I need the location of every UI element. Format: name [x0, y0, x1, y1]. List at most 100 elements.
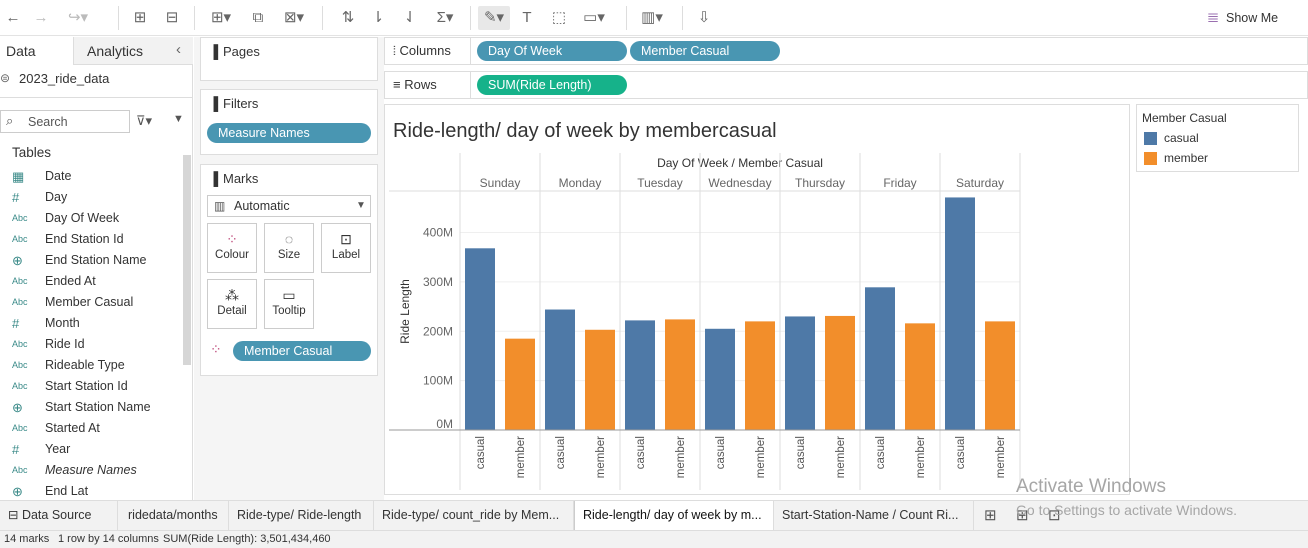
- field-item[interactable]: ▦ Date: [0, 166, 182, 187]
- bar-casual[interactable]: [945, 197, 975, 430]
- swap-icon[interactable]: ⇅: [336, 6, 360, 30]
- sort-ascending-icon[interactable]: ⇂: [366, 6, 390, 30]
- collapse-icon[interactable]: ‹: [176, 41, 181, 58]
- globe-icon: ⊕: [12, 253, 23, 268]
- sheet-tab-ride-type-ride-length[interactable]: Ride-type/ Ride-length: [229, 501, 374, 530]
- header-title: Day Of Week / Member Casual: [657, 156, 823, 170]
- data-pane: Data Analytics ‹ ⊜ 2023_ride_data ⌕ Sear…: [0, 37, 193, 500]
- column-pill-day-of-week[interactable]: Day Of Week: [477, 41, 627, 61]
- bar-casual[interactable]: [705, 328, 735, 430]
- field-item[interactable]: Abc Rideable Type: [0, 355, 182, 376]
- field-item[interactable]: ⊕ End Station Name: [0, 250, 182, 271]
- sheet-tab-start-station-name[interactable]: Start-Station-Name / Count Ri...: [774, 501, 974, 530]
- field-item[interactable]: Abc Member Casual: [0, 292, 182, 313]
- field-item[interactable]: # Year: [0, 439, 182, 460]
- rows-icon: ≡: [393, 77, 405, 92]
- bar-member[interactable]: [825, 315, 855, 430]
- bar-member[interactable]: [985, 321, 1015, 430]
- calendar-icon: ▦: [12, 169, 25, 184]
- tab-data[interactable]: Data: [0, 37, 73, 65]
- share-icon[interactable]: ⇩: [692, 6, 716, 30]
- detail-button[interactable]: ⁂ Detail: [207, 279, 257, 329]
- field-item[interactable]: # Month: [0, 313, 182, 334]
- field-label: Month: [45, 316, 80, 330]
- new-worksheet-icon[interactable]: ⊞: [984, 506, 997, 524]
- mark-type-select[interactable]: ▥ Automatic ▼: [207, 195, 371, 217]
- field-item[interactable]: Abc Day Of Week: [0, 208, 182, 229]
- scrollbar[interactable]: [183, 155, 191, 365]
- sheet-tab-ridedata-months[interactable]: ridedata/months: [118, 501, 229, 530]
- search-input[interactable]: ⌕ Search: [0, 110, 130, 133]
- new-datasource-icon[interactable]: ⊞: [128, 6, 152, 30]
- field-item[interactable]: Abc Measure Names: [0, 460, 182, 481]
- field-item[interactable]: ⊕ Start Station Name: [0, 397, 182, 418]
- show-me-icon[interactable]: ≣: [1204, 6, 1222, 30]
- search-icon: ⌕: [6, 113, 14, 128]
- datasource-icon[interactable]: ⊟: [160, 6, 184, 30]
- row-pill-sum-ride-length[interactable]: SUM(Ride Length): [477, 75, 627, 95]
- clear-icon[interactable]: ⊠▾: [278, 6, 310, 30]
- number-icon: #: [12, 442, 20, 457]
- annotate-icon[interactable]: ⬚: [548, 6, 570, 30]
- bar-member[interactable]: [505, 338, 535, 430]
- forward-icon[interactable]: →: [30, 6, 52, 30]
- bar-casual[interactable]: [865, 287, 895, 430]
- field-item[interactable]: Abc Start Station Id: [0, 376, 182, 397]
- highlight-icon[interactable]: ✎▾: [478, 6, 510, 30]
- status-bar: 14 marks 1 row by 14 columns SUM(Ride Le…: [0, 530, 1308, 548]
- colour-button[interactable]: ⁘ Colour: [207, 223, 257, 273]
- field-item[interactable]: Abc Ended At: [0, 271, 182, 292]
- redo-icon[interactable]: ↪▾: [60, 6, 96, 30]
- back-icon[interactable]: ←: [2, 6, 24, 30]
- bar-casual[interactable]: [545, 309, 575, 430]
- filter-pill-measure-names[interactable]: Measure Names: [207, 123, 371, 143]
- bar-casual[interactable]: [465, 248, 495, 430]
- new-worksheet-icon[interactable]: ⊞▾: [206, 6, 236, 30]
- bar-member[interactable]: [585, 329, 615, 430]
- datetime-icon: Abc: [12, 423, 28, 433]
- legend-item-casual[interactable]: casual: [1164, 131, 1199, 145]
- field-item[interactable]: Abc End Station Id: [0, 229, 182, 250]
- field-label: End Station Id: [45, 232, 124, 246]
- totals-icon[interactable]: Σ▾: [432, 6, 458, 30]
- bar-member[interactable]: [745, 321, 775, 430]
- sort-descending-icon[interactable]: ⇃: [398, 6, 422, 30]
- field-item[interactable]: Abc Started At: [0, 418, 182, 439]
- bar-member[interactable]: [905, 323, 935, 430]
- column-pill-member-casual[interactable]: Member Casual: [630, 41, 780, 61]
- toolbar: ← → ↪▾ ⊞ ⊟ ⊞▾ ⧉ ⊠▾ ⇅ ⇂ ⇃ Σ▾ ✎▾ T ⬚ ▭▾ ▥▾…: [0, 0, 1308, 36]
- bar-chart[interactable]: Ride-length/ day of week by membercasual…: [385, 105, 1129, 494]
- colour-pill-member-casual[interactable]: Member Casual: [233, 341, 371, 361]
- duplicate-icon[interactable]: ⧉: [246, 6, 270, 30]
- pages-card[interactable]: ▐ Pages: [200, 37, 378, 81]
- bar-casual[interactable]: [625, 320, 655, 430]
- sheet-tab-ride-type-count[interactable]: Ride-type/ count_ride by Mem...: [374, 501, 574, 530]
- column-header: Monday: [559, 176, 602, 190]
- field-item[interactable]: Abc Ride Id: [0, 334, 182, 355]
- tooltip-button[interactable]: ▭ Tooltip: [264, 279, 314, 329]
- rows-shelf[interactable]: ≡ Rows SUM(Ride Length): [384, 71, 1308, 99]
- filter-icon[interactable]: ⊽▾: [136, 113, 152, 129]
- columns-shelf[interactable]: ⦙ Columns Day Of Week Member Casual: [384, 37, 1308, 65]
- presentation-icon[interactable]: ▥▾: [634, 6, 670, 30]
- sheet-tab-ride-length-day-of-week[interactable]: Ride-length/ day of week by m...: [574, 501, 774, 530]
- filters-card[interactable]: ▐ Filters Measure Names: [200, 89, 378, 155]
- fit-icon[interactable]: ▭▾: [578, 6, 610, 30]
- size-icon: ◌: [284, 231, 294, 247]
- data-source-tab[interactable]: ⊟ Data Source: [0, 501, 118, 530]
- field-item[interactable]: ⊕ End Lat: [0, 481, 182, 502]
- tab-analytics[interactable]: Analytics: [73, 37, 193, 65]
- datasource-name[interactable]: 2023_ride_data: [19, 71, 109, 86]
- x-tick-label: casual: [635, 436, 647, 469]
- menu-chevron-icon[interactable]: ▼: [173, 113, 184, 125]
- label-icon[interactable]: T: [516, 6, 538, 30]
- legend-item-member[interactable]: member: [1164, 151, 1208, 165]
- size-button[interactable]: ◌ Size: [264, 223, 314, 273]
- label-button[interactable]: ⊡ Label: [321, 223, 371, 273]
- chart-title: Ride-length/ day of week by membercasual: [393, 120, 777, 142]
- field-item[interactable]: # Day: [0, 187, 182, 208]
- bar-member[interactable]: [665, 319, 695, 430]
- colour-label: Colour: [215, 249, 249, 261]
- bar-casual[interactable]: [785, 316, 815, 430]
- show-me-button[interactable]: Show Me: [1226, 6, 1286, 30]
